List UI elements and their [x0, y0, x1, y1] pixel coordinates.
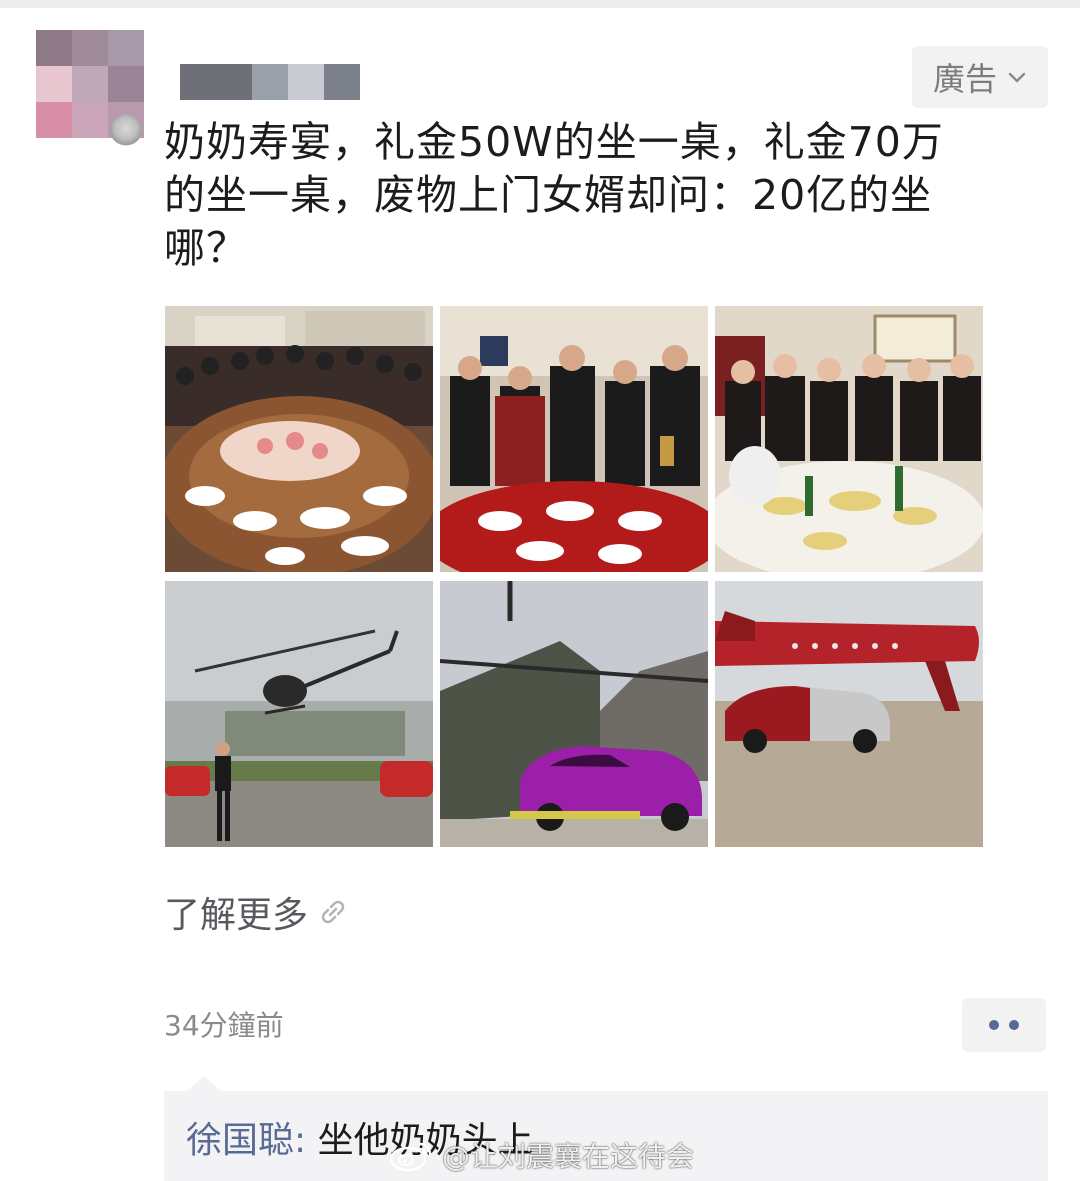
weibo-watermark: @让刘震襄在这待会: [388, 1135, 694, 1175]
banquet-table-photo[interactable]: [165, 306, 433, 572]
learn-more-link[interactable]: 了解更多: [164, 888, 350, 936]
dot-icon: [989, 1020, 999, 1030]
comment-separator: :: [294, 1120, 307, 1161]
weibo-logo-icon: [389, 1142, 432, 1172]
watermark-text: @让刘震襄在这待会: [442, 1140, 695, 1173]
post-text: 奶奶寿宴，礼金50W的坐一桌，礼金70万 的坐一桌，废物上门女婿却问：20亿的坐…: [164, 118, 944, 272]
ad-tag-label: 廣告: [932, 60, 997, 98]
women-banquet-photo[interactable]: [715, 306, 983, 572]
toast-guests-photo[interactable]: [440, 306, 708, 572]
private-jet-supercar-photo[interactable]: [715, 581, 983, 847]
chinook-sports-car-photo[interactable]: [440, 581, 708, 847]
more-actions-button[interactable]: [962, 998, 1046, 1052]
comment-author[interactable]: 徐国聪: [186, 1120, 294, 1161]
link-icon: [321, 900, 345, 924]
post-timestamp: 34分鐘前: [164, 1009, 284, 1042]
comment-box-arrow: [186, 1076, 222, 1092]
learn-more-label: 了解更多: [164, 895, 309, 936]
dot-icon: [1009, 1020, 1019, 1030]
nickname-blurred[interactable]: [180, 64, 360, 100]
ad-tag-button[interactable]: 廣告: [912, 46, 1048, 108]
chevron-down-icon: [1008, 72, 1026, 83]
helicopter-photo[interactable]: [165, 581, 433, 847]
avatar-badge-icon: [110, 114, 142, 146]
top-border: [0, 0, 1080, 8]
image-grid: [165, 306, 983, 847]
